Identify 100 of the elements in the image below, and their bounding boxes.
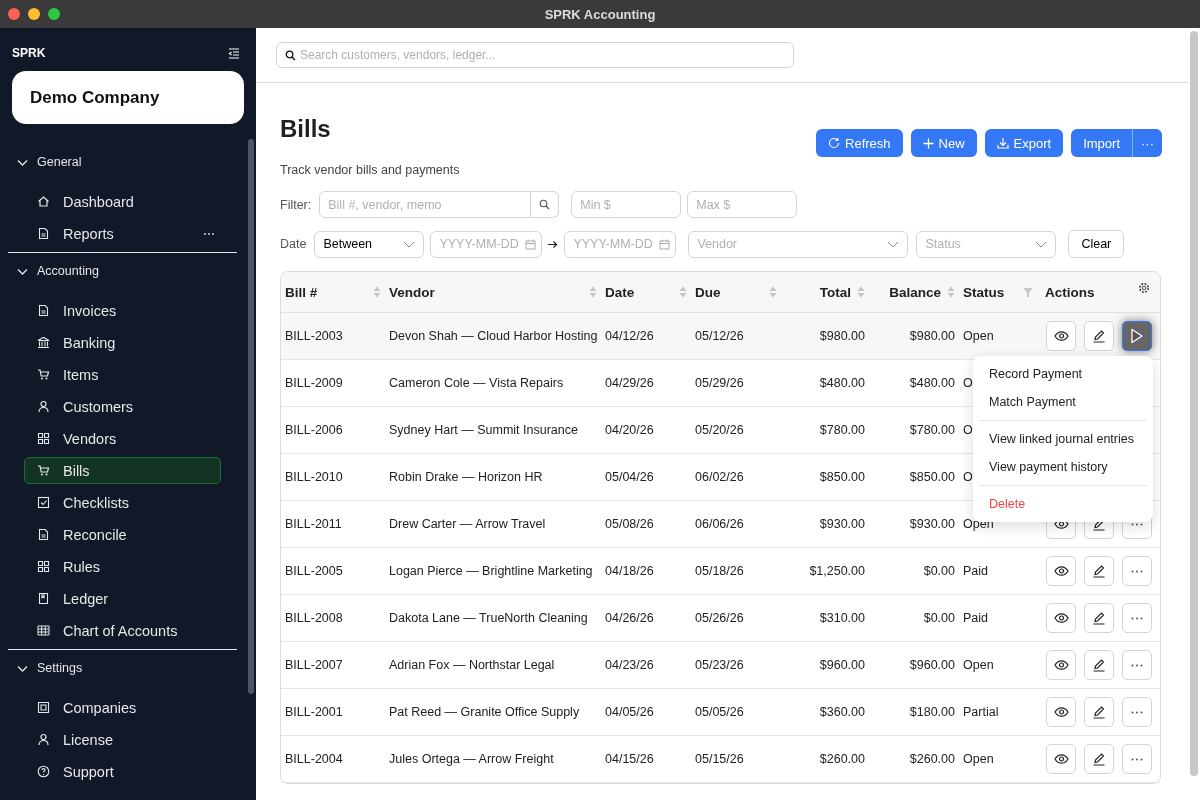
view-button[interactable] xyxy=(1046,321,1076,351)
table-cell: Partial xyxy=(963,705,999,719)
nav-item[interactable]: Vendors xyxy=(24,425,221,452)
table-cell: 05/05/26 xyxy=(695,705,744,719)
nav-item[interactable]: Rules xyxy=(24,553,221,580)
edit-button[interactable] xyxy=(1084,650,1114,680)
table-cell: BILL-2007 xyxy=(285,658,343,672)
query-field[interactable]: Bill #, vendor, memo xyxy=(319,191,532,218)
min-amount-field[interactable]: Min $ xyxy=(571,191,682,218)
table-cell: 05/18/26 xyxy=(695,564,744,578)
eye-icon xyxy=(1053,331,1069,341)
view-button[interactable] xyxy=(1046,697,1076,727)
column-header[interactable]: Total xyxy=(785,284,865,300)
nav-item[interactable]: Checklists xyxy=(24,489,221,516)
minimize-button[interactable] xyxy=(28,8,40,20)
menu-item[interactable]: Record Payment xyxy=(973,360,1153,388)
more-icon[interactable] xyxy=(203,231,215,236)
table-cell: 04/29/26 xyxy=(605,376,654,390)
nav-item[interactable]: Reports xyxy=(24,220,221,247)
document-icon xyxy=(37,227,50,240)
nav-item[interactable]: License xyxy=(24,726,221,753)
menu-item[interactable]: Match Payment xyxy=(973,388,1153,416)
pencil-icon xyxy=(1092,611,1106,625)
nav-item[interactable]: Items xyxy=(24,361,221,388)
section-header[interactable]: Settings xyxy=(37,661,83,675)
edit-button[interactable] xyxy=(1084,744,1114,774)
from-date-field[interactable]: YYYY-MM-DD xyxy=(430,230,543,258)
toolbar-button[interactable]: Export xyxy=(984,129,1064,157)
pencil-icon xyxy=(1092,658,1106,672)
edit-button[interactable] xyxy=(1084,697,1114,727)
company-selector[interactable]: Demo Company xyxy=(12,71,244,124)
view-button[interactable] xyxy=(1046,556,1076,586)
date-mode-select[interactable]: Between xyxy=(314,230,425,258)
column-header[interactable]: Status xyxy=(963,284,1037,300)
chevron-icon xyxy=(887,240,900,248)
search-field[interactable]: Search customers, vendors, ledger... xyxy=(276,42,794,68)
nav-item[interactable]: Invoices xyxy=(24,297,221,324)
nav-item[interactable]: Chart of Accounts xyxy=(24,617,221,644)
table-cell: 05/12/26 xyxy=(695,329,744,343)
scrollbar[interactable] xyxy=(248,139,254,694)
table-cell: $0.00 xyxy=(923,564,955,578)
table-cell: BILL-2008 xyxy=(285,611,343,625)
import-button[interactable]: Import xyxy=(1071,129,1132,157)
section-header[interactable]: General xyxy=(37,155,82,169)
view-button[interactable] xyxy=(1046,744,1076,774)
zoom-button[interactable] xyxy=(48,8,60,20)
section-header[interactable]: Accounting xyxy=(37,264,99,278)
table-cell: Open xyxy=(963,752,994,766)
search-button[interactable] xyxy=(531,191,560,218)
table-cell: Pat Reed — Granite Office Supply xyxy=(389,705,580,719)
collapse-icon[interactable] xyxy=(228,47,240,59)
table-cell: $1,250.00 xyxy=(809,564,865,578)
menu-item[interactable]: Delete xyxy=(973,490,1153,518)
pencil-icon xyxy=(1092,329,1106,343)
table-cell: BILL-2009 xyxy=(285,376,343,390)
page-title: Bills xyxy=(280,115,332,143)
toolbar-button[interactable]: Refresh xyxy=(816,129,903,157)
nav-item[interactable]: Bills xyxy=(24,457,221,484)
menu-item[interactable]: View linked journal entries xyxy=(973,425,1153,453)
bank-icon xyxy=(37,336,50,349)
nav-item[interactable]: Support xyxy=(24,758,221,785)
edit-button[interactable] xyxy=(1084,321,1114,351)
nav-item[interactable]: Ledger xyxy=(24,585,221,612)
eye-icon xyxy=(1053,707,1069,717)
column-header[interactable]: Vendor xyxy=(389,284,597,300)
clear-button[interactable]: Clear xyxy=(1068,230,1125,258)
nav-item[interactable]: Dashboard xyxy=(24,188,221,215)
column-header[interactable]: Date xyxy=(605,284,687,300)
table-cell: 04/20/26 xyxy=(605,423,654,437)
menu-item[interactable]: View payment history xyxy=(973,453,1153,481)
table-cell: 04/12/26 xyxy=(605,329,654,343)
settings-icon[interactable] xyxy=(1138,282,1150,294)
eye-icon xyxy=(1053,754,1069,764)
view-button[interactable] xyxy=(1046,650,1076,680)
nav-item[interactable]: Reconcile xyxy=(24,521,221,548)
nav-item[interactable]: Companies xyxy=(24,694,221,721)
table-cell: $480.00 xyxy=(909,376,955,390)
toolbar-button[interactable]: New xyxy=(910,129,977,157)
more-button[interactable]: ··· xyxy=(1132,129,1162,157)
more-icon xyxy=(1131,710,1143,714)
scrollbar[interactable] xyxy=(1190,31,1198,776)
person-icon xyxy=(37,733,50,746)
view-button[interactable] xyxy=(1046,603,1076,633)
column-header[interactable]: Balance xyxy=(873,284,955,300)
column-header[interactable]: Bill # xyxy=(285,284,381,300)
nav-item[interactable]: Customers xyxy=(24,393,221,420)
table-cell: $780.00 xyxy=(819,423,865,437)
nav-item[interactable]: Banking xyxy=(24,329,221,356)
column-header[interactable]: Due xyxy=(695,284,777,300)
eye-icon xyxy=(1053,519,1069,529)
filter-label: Filter: xyxy=(280,197,312,212)
close-button[interactable] xyxy=(8,8,20,20)
max-amount-field[interactable]: Max $ xyxy=(687,191,798,218)
more-button[interactable] xyxy=(1122,321,1152,351)
edit-button[interactable] xyxy=(1084,556,1114,586)
edit-button[interactable] xyxy=(1084,603,1114,633)
table-cell: BILL-2011 xyxy=(285,517,342,531)
to-date-field[interactable]: YYYY-MM-DD xyxy=(564,230,677,258)
checkbox-icon xyxy=(37,496,50,509)
table-cell: $850.00 xyxy=(819,470,865,484)
